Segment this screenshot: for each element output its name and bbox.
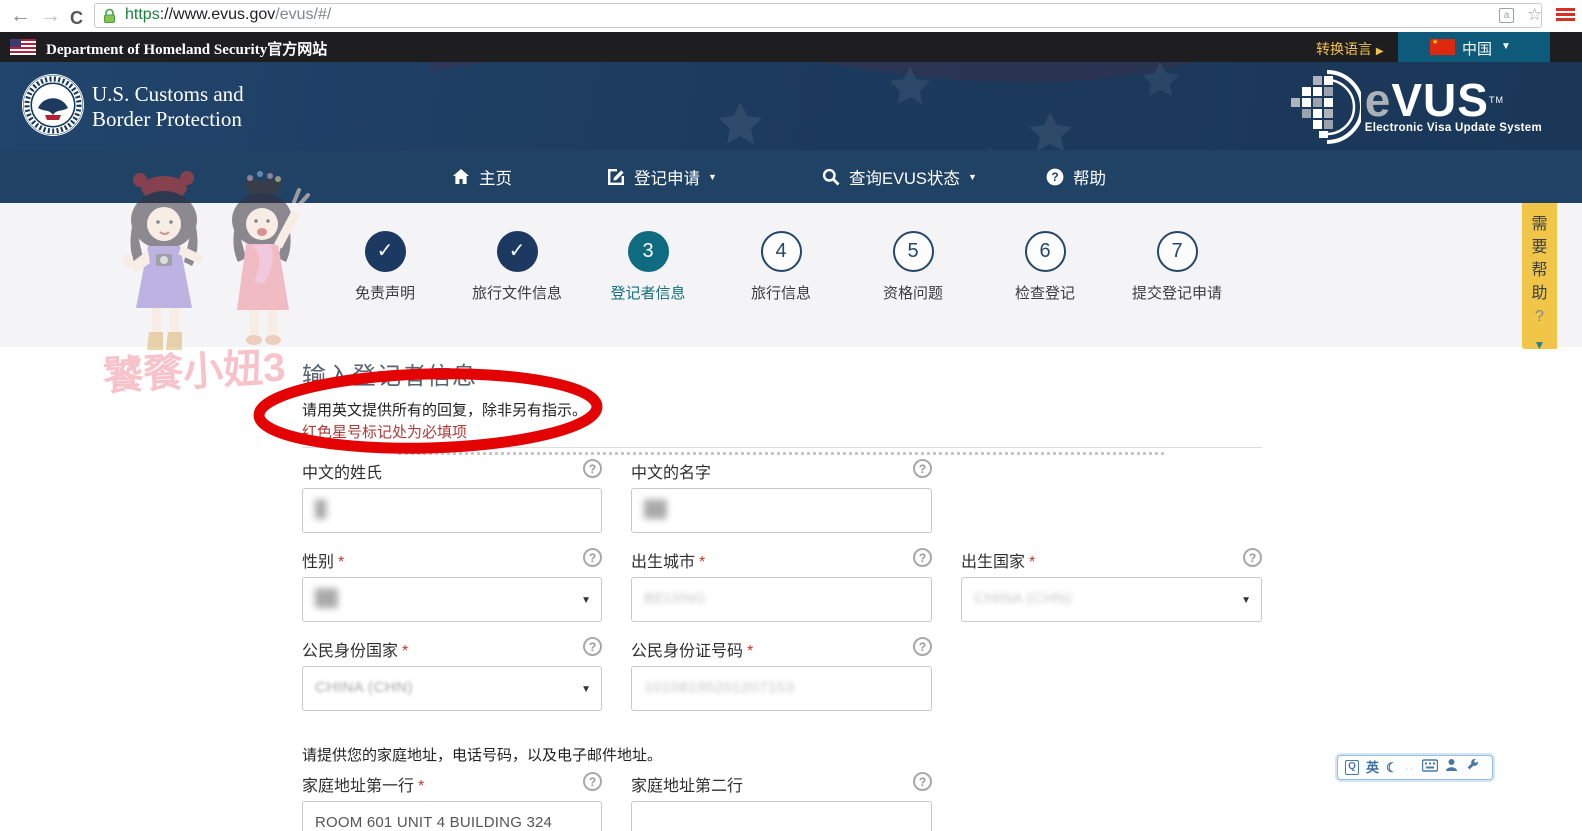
main-nav: 主页 登记申请 ▼ 查询EVUS状态 ▼ ? 帮助 xyxy=(0,150,1582,203)
caret-down-icon: ▼ xyxy=(967,171,977,182)
required-note: 红色星号标记处为必填项 xyxy=(302,424,468,441)
address-line2-input[interactable] xyxy=(631,801,932,831)
birth-city-input[interactable]: BEIJING xyxy=(631,577,932,622)
us-flag-icon xyxy=(10,39,36,55)
dhs-seal-logo xyxy=(20,72,86,143)
locale-label: 中国 xyxy=(1462,41,1493,58)
step-4-travel-info[interactable]: 4 旅行信息 xyxy=(711,231,851,303)
bookmark-star-icon[interactable]: ☆ xyxy=(1527,5,1542,25)
url-text: https://www.evus.gov/evus/#/ xyxy=(125,6,332,23)
ime-punctuation-icon[interactable]: ·· xyxy=(1405,761,1415,775)
field-chinese-surname: 中文的姓氏 ? █ xyxy=(302,459,602,533)
address-line1-input[interactable]: ROOM 601 UNIT 4 BUILDING 324 AREA B CH xyxy=(302,801,602,831)
evus-logo: eVUSTM Electronic Visa Update System xyxy=(1289,68,1542,146)
chinese-given-name-input[interactable]: ██ xyxy=(631,488,932,533)
field-birth-country: 出生国家 * ? CHINA (CHN) ▼ xyxy=(961,548,1262,622)
agency-name: U.S. Customs and Border Protection xyxy=(92,82,244,132)
evus-globe-icon xyxy=(1290,70,1361,144)
gov-banner-text: Department of Homeland Security官方网站 xyxy=(46,42,328,58)
svg-text:?: ? xyxy=(1051,170,1058,184)
field-address-line1: 家庭地址第一行 * ? ROOM 601 UNIT 4 BUILDING 324 … xyxy=(302,772,602,831)
nav-register[interactable]: 登记申请 ▼ xyxy=(607,150,717,203)
site-header: U.S. Customs and Border Protection eVUST… xyxy=(0,62,1582,150)
divider xyxy=(302,447,1262,448)
citizenship-country-select[interactable]: CHINA (CHN) ▼ xyxy=(302,666,602,711)
locale-selector[interactable]: ★ 中国 ▼ xyxy=(1398,32,1550,62)
browser-toolbar: ← → C https://www.evus.gov/evus/#/ a ☆ xyxy=(0,0,1582,32)
nav-check-status[interactable]: 查询EVUS状态 ▼ xyxy=(822,150,977,203)
step-5-eligibility[interactable]: 5 资格问题 xyxy=(843,231,983,303)
page-translate-icon[interactable]: a xyxy=(1499,8,1514,23)
need-help-tab[interactable]: 需 要 帮 助 ? ▼ xyxy=(1522,203,1557,352)
help-tooltip-icon[interactable]: ? xyxy=(583,548,602,567)
translate-language-button[interactable]: 转换语言 ▶ xyxy=(1316,39,1384,59)
birth-country-select[interactable]: CHINA (CHN) ▼ xyxy=(961,577,1262,622)
chinese-surname-input[interactable]: █ xyxy=(302,488,602,533)
help-tooltip-icon[interactable]: ? xyxy=(913,459,932,478)
gov-banner: Department of Homeland Security官方网站 转换语言… xyxy=(0,32,1582,62)
ssl-lock-icon[interactable] xyxy=(103,8,116,29)
step-3-registrant-info[interactable]: 3 登记者信息 xyxy=(578,231,718,303)
help-tooltip-icon[interactable]: ? xyxy=(1243,548,1262,567)
nav-help[interactable]: ? 帮助 xyxy=(1046,150,1106,203)
help-tooltip-icon[interactable]: ? xyxy=(583,772,602,791)
page-title: 输入登记者信息 xyxy=(302,363,477,390)
field-gender: 性别 * ? ██ ▼ xyxy=(302,548,602,622)
nav-home[interactable]: 主页 xyxy=(452,150,512,203)
help-circle-icon: ? xyxy=(1046,168,1064,186)
select-caret-icon: ▼ xyxy=(581,684,591,695)
address-section-intro: 请提供您的家庭地址，电话号码，以及电子邮件地址。 xyxy=(302,747,663,764)
progress-steps: ✓ 免责声明 ✓ 旅行文件信息 3 登记者信息 4 旅行信息 5 资格问题 6 检查登记 7… xyxy=(0,203,1582,455)
field-birth-city: 出生城市 * ? BEIJING xyxy=(631,548,932,622)
search-icon xyxy=(822,168,840,186)
help-tooltip-icon[interactable]: ? xyxy=(913,548,932,567)
flag-decor xyxy=(430,62,1194,150)
field-citizenship-country: 公民身份国家 * ? CHINA (CHN) ▼ xyxy=(302,637,602,711)
select-caret-icon: ▼ xyxy=(581,595,591,606)
edit-icon xyxy=(607,168,625,186)
ime-keyboard-icon[interactable] xyxy=(1421,758,1438,777)
gender-select[interactable]: ██ ▼ xyxy=(302,577,602,622)
watermark-text: 饕餮小妞3 xyxy=(102,346,286,399)
china-flag-icon: ★ xyxy=(1430,39,1455,55)
caret-down-icon: ▼ xyxy=(1501,41,1511,52)
help-tooltip-icon[interactable]: ? xyxy=(583,459,602,478)
ime-user-icon[interactable] xyxy=(1445,758,1458,777)
chrome-menu-icon[interactable] xyxy=(1556,8,1575,23)
select-caret-icon: ▼ xyxy=(1241,595,1251,606)
caret-down-icon: ▼ xyxy=(708,171,717,182)
instruction-text: 请用英文提供所有的回复，除非另有指示。 xyxy=(302,402,588,419)
national-id-input[interactable]: 10108195201207153 xyxy=(631,666,932,711)
home-icon xyxy=(452,168,470,186)
help-tooltip-icon[interactable]: ? xyxy=(913,772,932,791)
caret-down-icon: ▼ xyxy=(1533,338,1546,352)
step-7-submit[interactable]: 7 提交登记申请 xyxy=(1107,231,1247,303)
caret-right-icon: ▶ xyxy=(1375,46,1384,57)
help-tooltip-icon[interactable]: ? xyxy=(913,637,932,656)
evus-registration-page: ← → C https://www.evus.gov/evus/#/ a ☆ D… xyxy=(0,0,1582,831)
address-bar[interactable]: https://www.evus.gov/evus/#/ a ☆ xyxy=(94,3,1542,28)
field-address-line2: 家庭地址第二行 ? xyxy=(631,772,932,831)
browser-forward-icon[interactable]: → xyxy=(40,2,61,30)
step-6-review[interactable]: 6 检查登记 xyxy=(975,231,1115,303)
ime-settings-wrench-icon[interactable] xyxy=(1465,758,1479,777)
step-connector xyxy=(398,452,1164,455)
ime-toolbar[interactable]: Q 英 ☾ ·· xyxy=(1337,755,1493,780)
field-national-id: 公民身份证号码 * ? 10108195201207153 xyxy=(631,637,932,711)
browser-back-icon[interactable]: ← xyxy=(10,2,31,30)
ime-language-mode[interactable]: 英 xyxy=(1366,761,1379,774)
help-tooltip-icon[interactable]: ? xyxy=(583,637,602,656)
field-chinese-given-name: 中文的名字 ? ██ xyxy=(631,459,932,533)
ime-logo-icon[interactable]: Q xyxy=(1345,760,1359,775)
browser-reload-icon[interactable]: C xyxy=(70,4,83,32)
ime-halfwidth-moon-icon[interactable]: ☾ xyxy=(1386,761,1398,774)
step-1-disclaimer[interactable]: ✓ 免责声明 xyxy=(315,231,455,303)
step-2-travel-document[interactable]: ✓ 旅行文件信息 xyxy=(447,231,587,303)
